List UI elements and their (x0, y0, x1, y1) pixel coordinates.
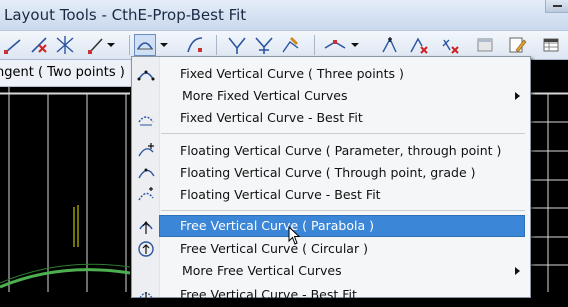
chevron-down-icon[interactable] (156, 34, 172, 56)
circular-curve-icon (137, 240, 155, 258)
properties-icon[interactable] (474, 34, 496, 56)
float-param-curve-icon (137, 142, 155, 160)
free-best-fit-icon (137, 286, 155, 304)
edit-grade-icon[interactable] (280, 34, 302, 56)
menu-item-more-free[interactable]: More Free Vertical Curves (132, 260, 530, 282)
menu-item-label: Floating Vertical Curve - Best Fit (180, 187, 381, 202)
edit-icon[interactable] (506, 34, 528, 56)
menu-item-label: Free Vertical Curve ( Parabola ) (180, 218, 374, 233)
menu-item-free-parabola[interactable]: Free Vertical Curve ( Parabola ) (132, 215, 530, 237)
vertical-curve-menu: Fixed Vertical Curve ( Three points ) Mo… (131, 56, 531, 303)
vertical-curve-dropdown-icon[interactable] (134, 34, 156, 56)
float-grade-curve-icon (137, 164, 155, 182)
menu-item-label: Fixed Vertical Curve - Best Fit (180, 110, 363, 125)
menu-item-free-best-fit[interactable]: Free Vertical Curve - Best Fit (132, 284, 530, 306)
delete-pvi-icon[interactable] (408, 34, 430, 56)
three-point-curve-icon (137, 65, 155, 83)
menu-separator (161, 210, 525, 211)
delete-element-icon[interactable] (28, 34, 50, 56)
menu-item-free-circular[interactable]: Free Vertical Curve ( Circular ) (132, 238, 530, 260)
clear-icon[interactable] (440, 34, 462, 56)
menu-item-label: Fixed Vertical Curve ( Three points ) (180, 66, 404, 81)
grade-tool-icon[interactable] (226, 34, 248, 56)
table-icon[interactable] (540, 34, 562, 56)
intersect-icon[interactable] (54, 34, 76, 56)
menu-item-label: Floating Vertical Curve ( Parameter, thr… (180, 143, 502, 158)
window-title: Layout Tools - CthE-Prop-Best Fit (4, 6, 247, 24)
minimize-button[interactable] (545, 0, 568, 13)
menu-item-fixed-best-fit[interactable]: Fixed Vertical Curve - Best Fit (132, 107, 530, 129)
mouse-cursor-icon (288, 225, 302, 249)
float-best-fit-icon (137, 186, 155, 204)
menu-item-floating-parameter[interactable]: Floating Vertical Curve ( Parameter, thr… (132, 140, 530, 162)
merge-tool-icon[interactable] (253, 34, 275, 56)
menu-item-fixed-three-points[interactable]: Fixed Vertical Curve ( Three points ) (132, 63, 530, 85)
menu-item-label: More Fixed Vertical Curves (182, 88, 348, 103)
move-pvi-icon[interactable] (378, 34, 400, 56)
menu-item-more-fixed[interactable]: More Fixed Vertical Curves (132, 85, 530, 107)
prompt-text: ngent ( Two points ) (0, 65, 125, 80)
menu-separator (161, 133, 525, 134)
menu-item-floating-grade[interactable]: Floating Vertical Curve ( Through point,… (132, 162, 530, 184)
title-bar: Layout Tools - CthE-Prop-Best Fit (0, 0, 568, 31)
menu-item-label: More Free Vertical Curves (182, 263, 342, 278)
insert-pvi-icon[interactable] (322, 34, 362, 56)
best-fit-curve-icon (137, 109, 155, 127)
arrow-line-icon[interactable] (86, 34, 116, 56)
command-prompt: ngent ( Two points ) (0, 60, 132, 87)
line-tool-icon[interactable] (2, 34, 24, 56)
submenu-arrow-icon (515, 92, 520, 100)
menu-item-label: Free Vertical Curve ( Circular ) (180, 241, 368, 256)
menu-item-label: Free Vertical Curve - Best Fit (180, 287, 357, 302)
menu-item-label: Floating Vertical Curve ( Through point,… (180, 165, 476, 180)
parabola-curve-icon (137, 217, 155, 235)
menu-item-floating-best-fit[interactable]: Floating Vertical Curve - Best Fit (132, 184, 530, 206)
submenu-arrow-icon (515, 267, 520, 275)
curve-tool-icon[interactable] (184, 34, 206, 56)
